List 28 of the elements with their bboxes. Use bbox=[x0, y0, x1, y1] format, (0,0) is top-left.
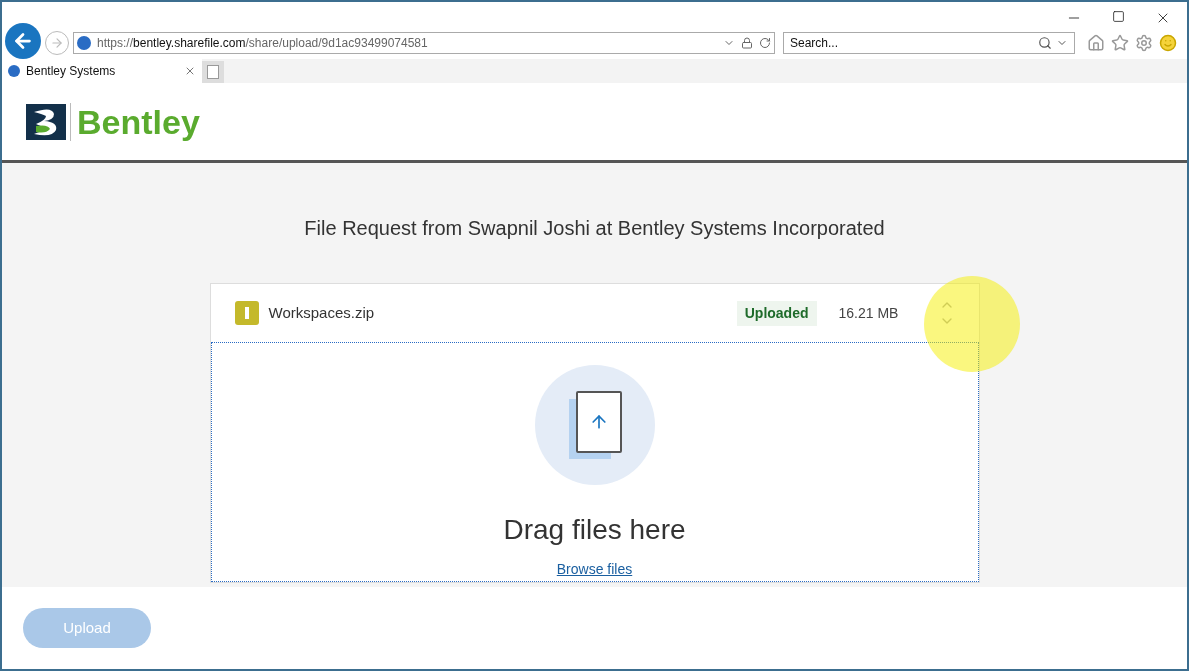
maximize-icon[interactable] bbox=[1112, 10, 1125, 23]
star-icon[interactable] bbox=[1111, 34, 1129, 52]
file-name: Workspaces.zip bbox=[268, 302, 376, 323]
page-title: File Request from Swapnil Joshi at Bentley Systems Incorporated bbox=[304, 216, 885, 241]
site-icon bbox=[8, 65, 20, 77]
logo-icon bbox=[26, 103, 66, 140]
search-icon[interactable] bbox=[1038, 36, 1052, 50]
drop-zone[interactable]: Drag files here Browse files bbox=[210, 342, 979, 582]
browser-tab[interactable]: Bentley Systems bbox=[2, 59, 202, 83]
site-icon bbox=[77, 36, 91, 50]
address-bar[interactable]: https://bentley.sharefile.com/share/upload/9d1ac93499074581 bbox=[73, 32, 775, 54]
file-size: 16.21 MB bbox=[838, 303, 900, 323]
close-tab-icon[interactable] bbox=[184, 65, 196, 77]
drop-text: Drag files here bbox=[503, 513, 686, 547]
search-field[interactable]: Search... bbox=[783, 32, 1075, 54]
back-button[interactable] bbox=[5, 23, 41, 59]
browse-files-link[interactable]: Browse files bbox=[556, 559, 633, 580]
logo-text: Bentley bbox=[77, 104, 200, 139]
smiley-icon[interactable] bbox=[1159, 34, 1177, 52]
settings-icon[interactable] bbox=[1135, 34, 1153, 52]
refresh-icon[interactable] bbox=[759, 37, 771, 49]
url-text: https://bentley.sharefile.com/share/upload/9d1ac93499074581 bbox=[97, 35, 429, 52]
zip-file-icon bbox=[234, 301, 259, 325]
forward-arrow-icon bbox=[50, 36, 64, 50]
status-badge: Uploaded bbox=[736, 300, 817, 326]
lock-icon bbox=[741, 37, 753, 49]
new-tab-button[interactable] bbox=[202, 61, 224, 83]
home-icon[interactable] bbox=[1087, 34, 1105, 52]
